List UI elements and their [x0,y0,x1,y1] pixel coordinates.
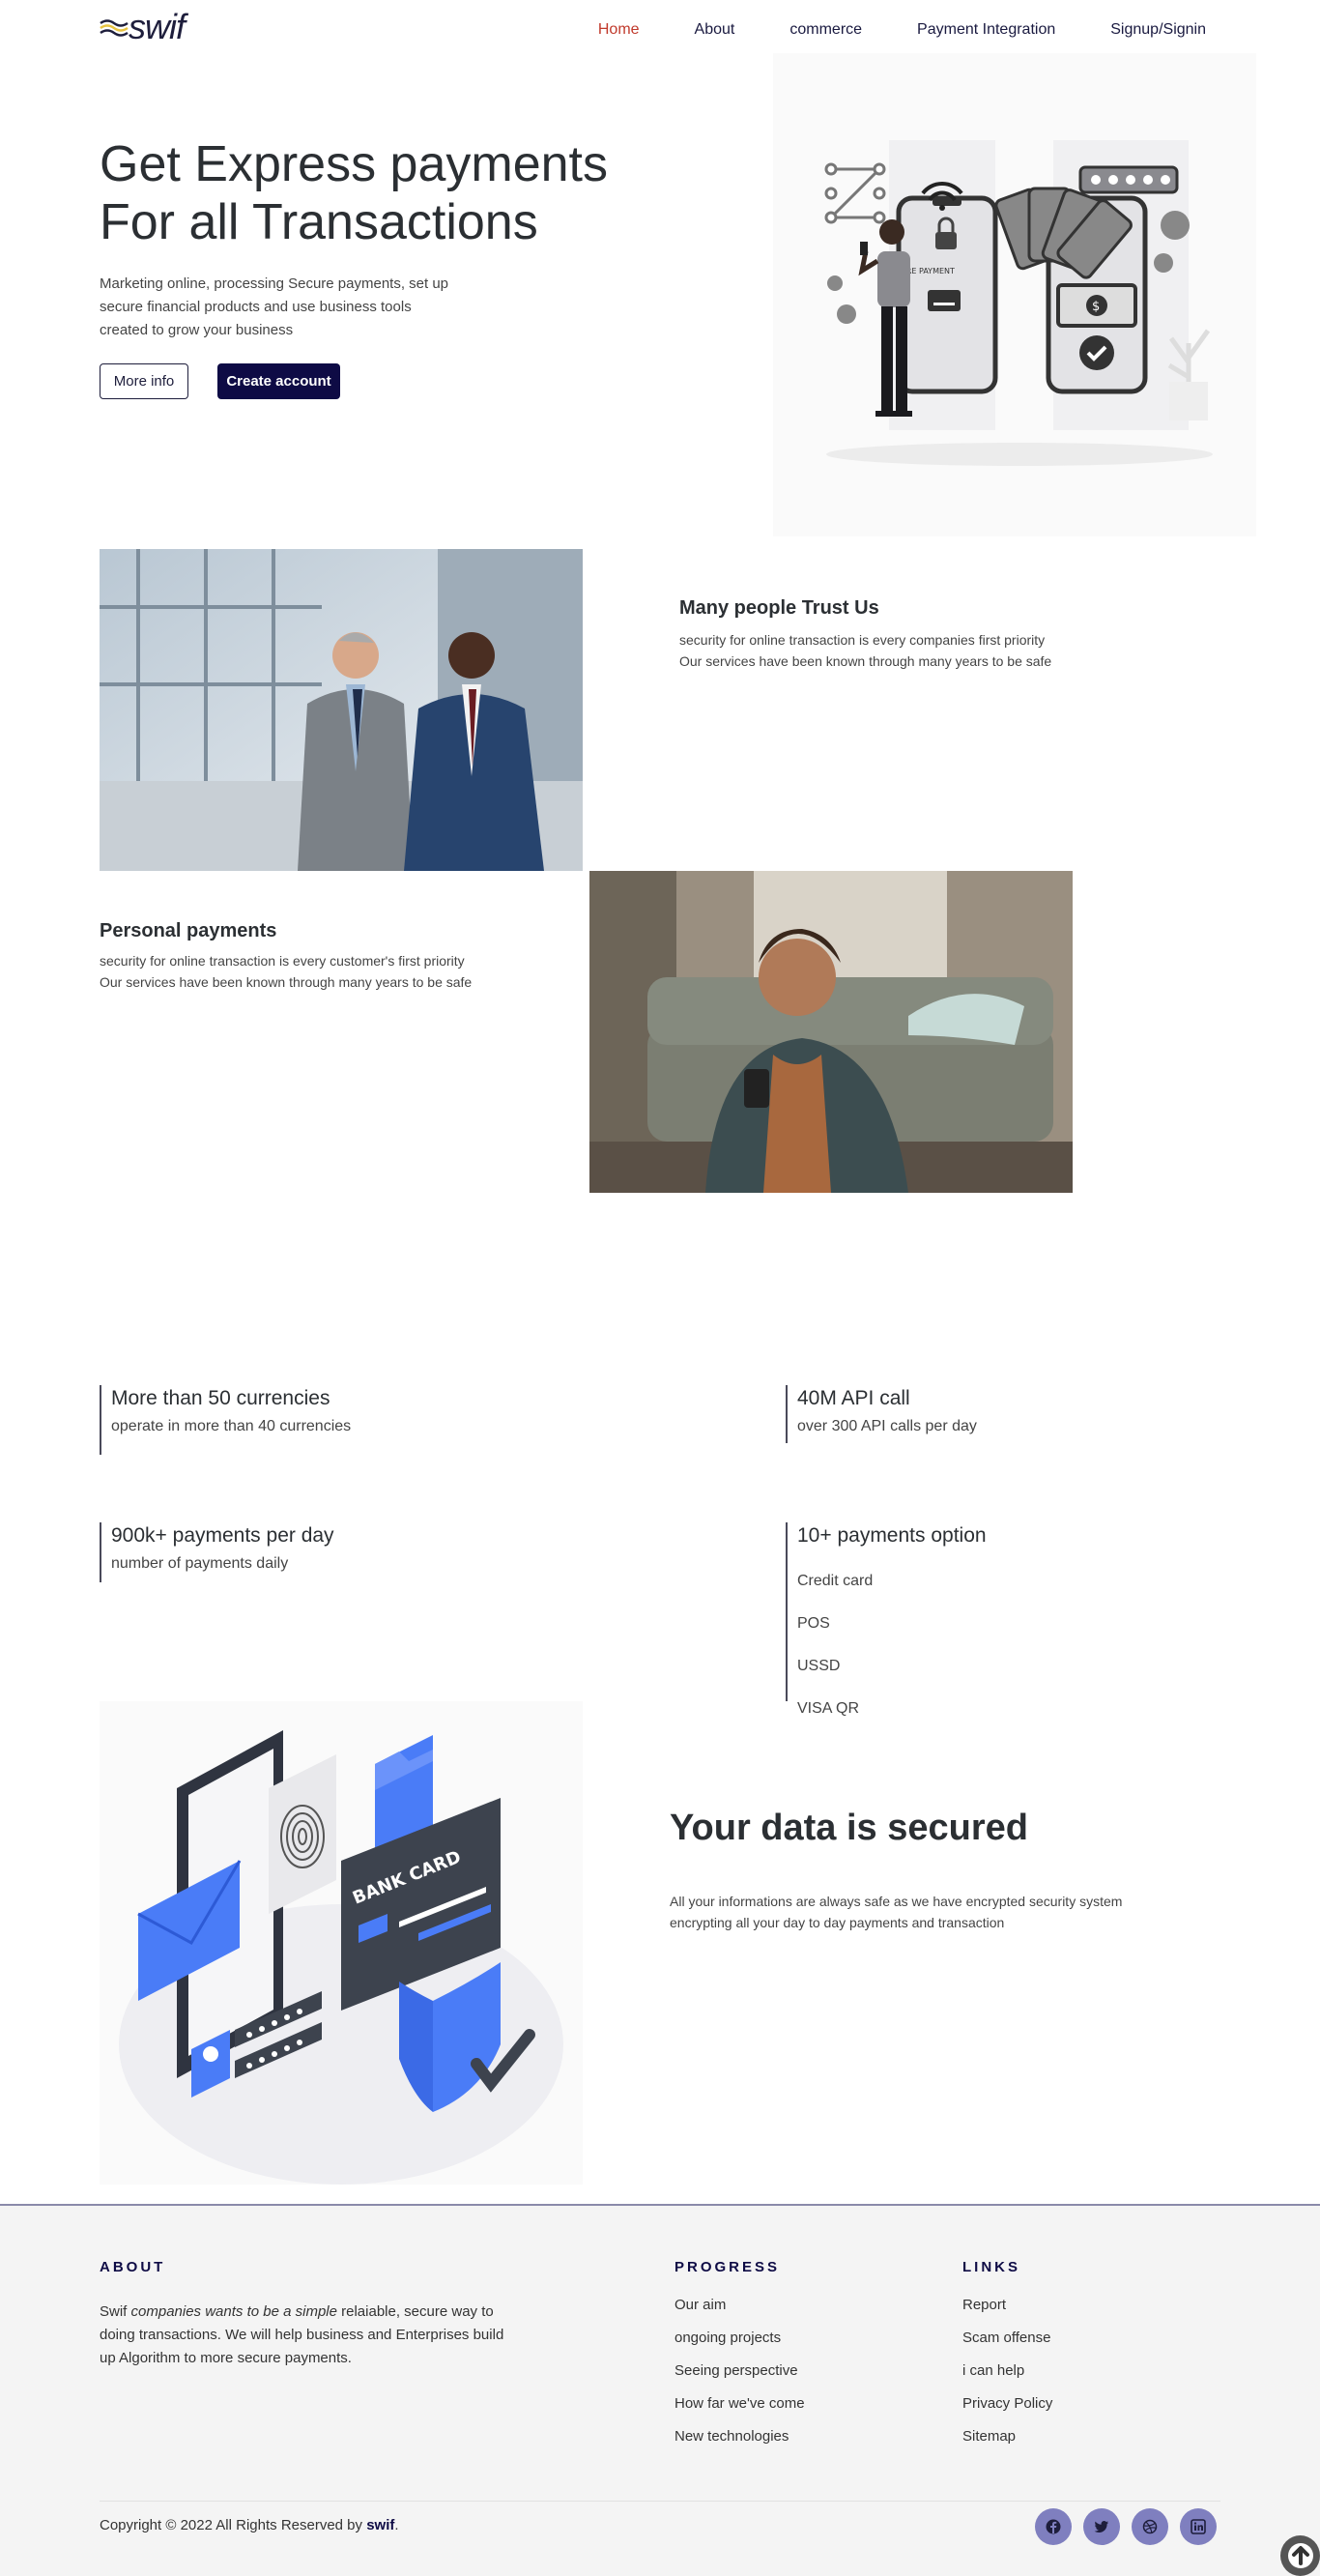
svg-text:$: $ [1092,300,1100,314]
footer-progress-list: Our aim ongoing projects Seeing perspect… [674,2289,805,2453]
nav-about[interactable]: About [695,21,735,39]
stat-payment-options: 10+ payments option Credit card POS USSD… [786,1522,987,1717]
nav-links: Home About commerce Payment Integration … [543,21,1206,39]
footer-progress-heading: PROGRESS [674,2259,781,2275]
footer-link-our-aim[interactable]: Our aim [674,2289,805,2322]
logo-text: swif [129,7,186,46]
footer-divider [100,2501,1220,2502]
hero-title: Get Express payments For all Transaction… [100,135,679,251]
payment-option: VISA QR [797,1700,860,1717]
footer-link-sitemap[interactable]: Sitemap [962,2420,1052,2453]
footer-link-new-technologies[interactable]: New technologies [674,2420,805,2453]
social-links [1035,2508,1217,2545]
payment-option: Credit card [797,1573,874,1589]
nav-home[interactable]: Home [598,21,640,39]
payment-option: USSD [797,1658,841,1674]
stat-currencies: More than 50 currencies operate in more … [100,1385,351,1455]
stat-subtitle: operate in more than 40 currencies [111,1418,352,1434]
footer-about-heading: ABOUT [100,2259,166,2275]
facebook-icon [1046,2519,1061,2534]
footer-link-i-can-help[interactable]: i can help [962,2355,1052,2388]
about-text-start: Swif [100,2303,131,2320]
stat-title: 10+ payments option [797,1524,987,1547]
footer-about-text: Swif companies wants to be a simple rela… [100,2301,505,2370]
twitter-icon [1094,2521,1108,2533]
payment-option: POS [797,1615,830,1632]
stat-title: More than 50 currencies [111,1387,330,1409]
create-account-button[interactable]: Create account [217,363,340,399]
footer-link-scam-offense[interactable]: Scam offense [962,2322,1052,2355]
personal-payments-title: Personal payments [100,920,277,941]
copyright-brand: swif [366,2517,395,2533]
logo[interactable]: swif [100,7,186,46]
facebook-button[interactable] [1035,2508,1072,2545]
footer: ABOUT Swif companies wants to be a simpl… [0,2204,1320,2576]
dribbble-button[interactable] [1132,2508,1168,2545]
stat-subtitle: number of payments daily [111,1555,289,1572]
hero-payment-illustration: URE PAYMENT $ [773,53,1256,536]
dribbble-icon [1142,2519,1158,2534]
trust-line-2: Our services have been known through man… [679,653,1052,669]
hero-title-line2: For all Transactions [100,194,538,250]
secure-text: All your informations are always safe as… [670,1894,1123,1930]
personal-line-2: Our services have been known through man… [100,974,473,990]
stat-title: 900k+ payments per day [111,1524,334,1547]
footer-links-list: Report Scam offense i can help Privacy P… [962,2289,1052,2453]
data-security-illustration: BANK CARD [100,1701,583,2185]
nav-payment-integration[interactable]: Payment Integration [917,21,1055,39]
trust-text: security for online transaction is every… [679,629,1124,672]
scroll-to-top-button[interactable] [1280,2535,1320,2576]
footer-link-ongoing-projects[interactable]: ongoing projects [674,2322,805,2355]
arrow-up-icon [1287,2543,1313,2568]
footer-link-privacy-policy[interactable]: Privacy Policy [962,2388,1052,2420]
linkedin-icon [1191,2519,1206,2534]
secure-title: Your data is secured [670,1808,1028,1848]
copyright-end: . [394,2517,399,2533]
business-men-photo [100,549,583,871]
about-text-italic: companies wants to be a simple [130,2303,337,2320]
footer-link-how-far[interactable]: How far we've come [674,2388,805,2420]
more-info-button[interactable]: More info [100,363,188,399]
personal-line-1: security for online transaction is every… [100,953,465,969]
footer-link-report[interactable]: Report [962,2289,1052,2322]
copyright: Copyright © 2022 All Rights Reserved by … [100,2517,399,2533]
twitter-button[interactable] [1083,2508,1120,2545]
personal-payments-text: security for online transaction is every… [100,950,544,993]
footer-link-seeing-perspective[interactable]: Seeing perspective [674,2355,805,2388]
nav-commerce[interactable]: commerce [789,21,862,39]
stat-payments-per-day: 900k+ payments per day number of payment… [100,1522,334,1582]
footer-links-heading: LINKS [962,2259,1020,2275]
stat-subtitle: over 300 API calls per day [797,1418,977,1434]
copyright-text: Copyright © 2022 All Rights Reserved by [100,2517,367,2533]
nav-signup-signin[interactable]: Signup/Signin [1110,21,1206,39]
linkedin-button[interactable] [1180,2508,1217,2545]
hero-title-line1: Get Express payments [100,136,608,192]
trust-line-1: security for online transaction is every… [679,632,1046,648]
man-with-phone-photo [589,871,1073,1193]
stat-title: 40M API call [797,1387,910,1409]
logo-waves-icon [100,19,129,37]
trust-title: Many people Trust Us [679,597,879,619]
stat-api-calls: 40M API call over 300 API calls per day [786,1385,977,1443]
hero-description: Marketing online, processing Secure paym… [100,275,449,338]
